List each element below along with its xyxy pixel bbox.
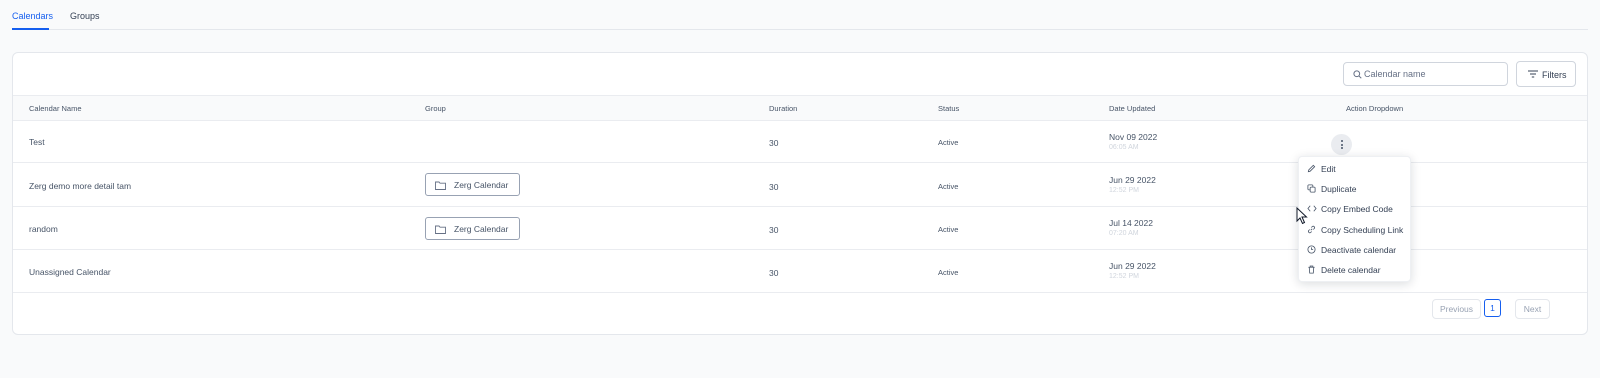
dot — [1340, 143, 1343, 146]
action-dropdown-menu: Edit Duplicate Copy Embed Code Copy Sche… — [1298, 156, 1411, 282]
table-header: Calendar Name Group Duration Status Date… — [13, 95, 1587, 121]
menu-item-copy-embed-code[interactable]: Copy Embed Code — [1299, 199, 1412, 219]
mouse-cursor-icon — [1296, 207, 1308, 225]
trash-icon — [1308, 265, 1315, 274]
pencil-icon — [1307, 164, 1316, 173]
copy-icon — [1307, 184, 1316, 193]
folder-icon — [435, 181, 446, 190]
duration: 30 — [769, 182, 779, 192]
menu-item-duplicate[interactable]: Duplicate — [1299, 179, 1412, 199]
column-header-calendar-name: Calendar Name — [29, 104, 82, 113]
menu-item-deactivate-calendar[interactable]: Deactivate calendar — [1299, 240, 1412, 260]
status: Active — [938, 225, 959, 234]
duration: 30 — [769, 225, 779, 235]
calendar-name: Test — [29, 137, 45, 147]
date-updated: Jul 14 2022 — [1109, 218, 1153, 228]
group-chip[interactable]: Zerg Calendar — [425, 173, 520, 196]
duration: 30 — [769, 268, 779, 278]
calendar-name: Unassigned Calendar — [29, 267, 111, 277]
status: Active — [938, 138, 959, 147]
group-chip[interactable]: Zerg Calendar — [425, 217, 520, 240]
filters-button[interactable]: Filters — [1516, 61, 1576, 87]
clock-icon — [1307, 245, 1316, 254]
column-header-duration: Duration — [769, 104, 798, 113]
previous-page-button[interactable]: Previous — [1432, 299, 1481, 319]
calendar-name: random — [29, 224, 58, 234]
menu-item-edit[interactable]: Edit — [1299, 159, 1412, 179]
active-tab-indicator — [12, 28, 49, 30]
menu-item-copy-scheduling-link[interactable]: Copy Scheduling Link — [1299, 220, 1412, 240]
dot — [1340, 140, 1343, 142]
group-name: Zerg Calendar — [454, 224, 509, 234]
time-updated: 06:05 AM — [1109, 144, 1139, 151]
next-page-button[interactable]: Next — [1515, 299, 1550, 319]
filter-icon — [1528, 70, 1538, 78]
menu-item-label: Copy Embed Code — [1321, 204, 1393, 214]
menu-item-label: Copy Scheduling Link — [1321, 225, 1404, 235]
tab-groups[interactable]: Groups — [70, 11, 100, 21]
group-name: Zerg Calendar — [454, 180, 509, 190]
tab-calendars[interactable]: Calendars — [12, 11, 53, 21]
search-box — [1343, 62, 1508, 86]
folder-icon — [435, 225, 446, 234]
time-updated: 12:52 PM — [1109, 187, 1139, 194]
column-header-group: Group — [425, 104, 446, 113]
date-updated: Jun 29 2022 — [1109, 175, 1156, 185]
action-dropdown-button[interactable] — [1331, 134, 1352, 155]
column-header-date-updated: Date Updated — [1109, 104, 1156, 113]
filters-label: Filters — [1542, 70, 1567, 80]
link-icon — [1308, 225, 1315, 234]
date-updated: Jun 29 2022 — [1109, 261, 1156, 271]
duration: 30 — [769, 138, 779, 148]
status: Active — [938, 182, 959, 191]
dot — [1340, 147, 1343, 149]
search-icon — [1353, 70, 1362, 79]
menu-item-label: Edit — [1321, 164, 1336, 174]
code-icon — [1307, 205, 1317, 212]
calendar-name: Zerg demo more detail tam — [29, 181, 132, 191]
time-updated: 07:20 AM — [1109, 230, 1139, 237]
time-updated: 12:52 PM — [1109, 273, 1139, 280]
date-updated: Nov 09 2022 — [1109, 132, 1158, 142]
column-header-action-dropdown: Action Dropdown — [1346, 104, 1404, 113]
tab-bar: Calendars Groups — [12, 0, 1588, 30]
column-header-status: Status — [938, 104, 960, 113]
menu-item-label: Duplicate — [1321, 184, 1357, 194]
status: Active — [938, 268, 959, 277]
search-input[interactable] — [1364, 66, 1504, 82]
menu-item-delete-calendar[interactable]: Delete calendar — [1299, 260, 1412, 280]
menu-item-label: Delete calendar — [1321, 265, 1381, 275]
menu-item-label: Deactivate calendar — [1321, 245, 1397, 255]
page-number-button[interactable]: 1 — [1484, 299, 1501, 317]
